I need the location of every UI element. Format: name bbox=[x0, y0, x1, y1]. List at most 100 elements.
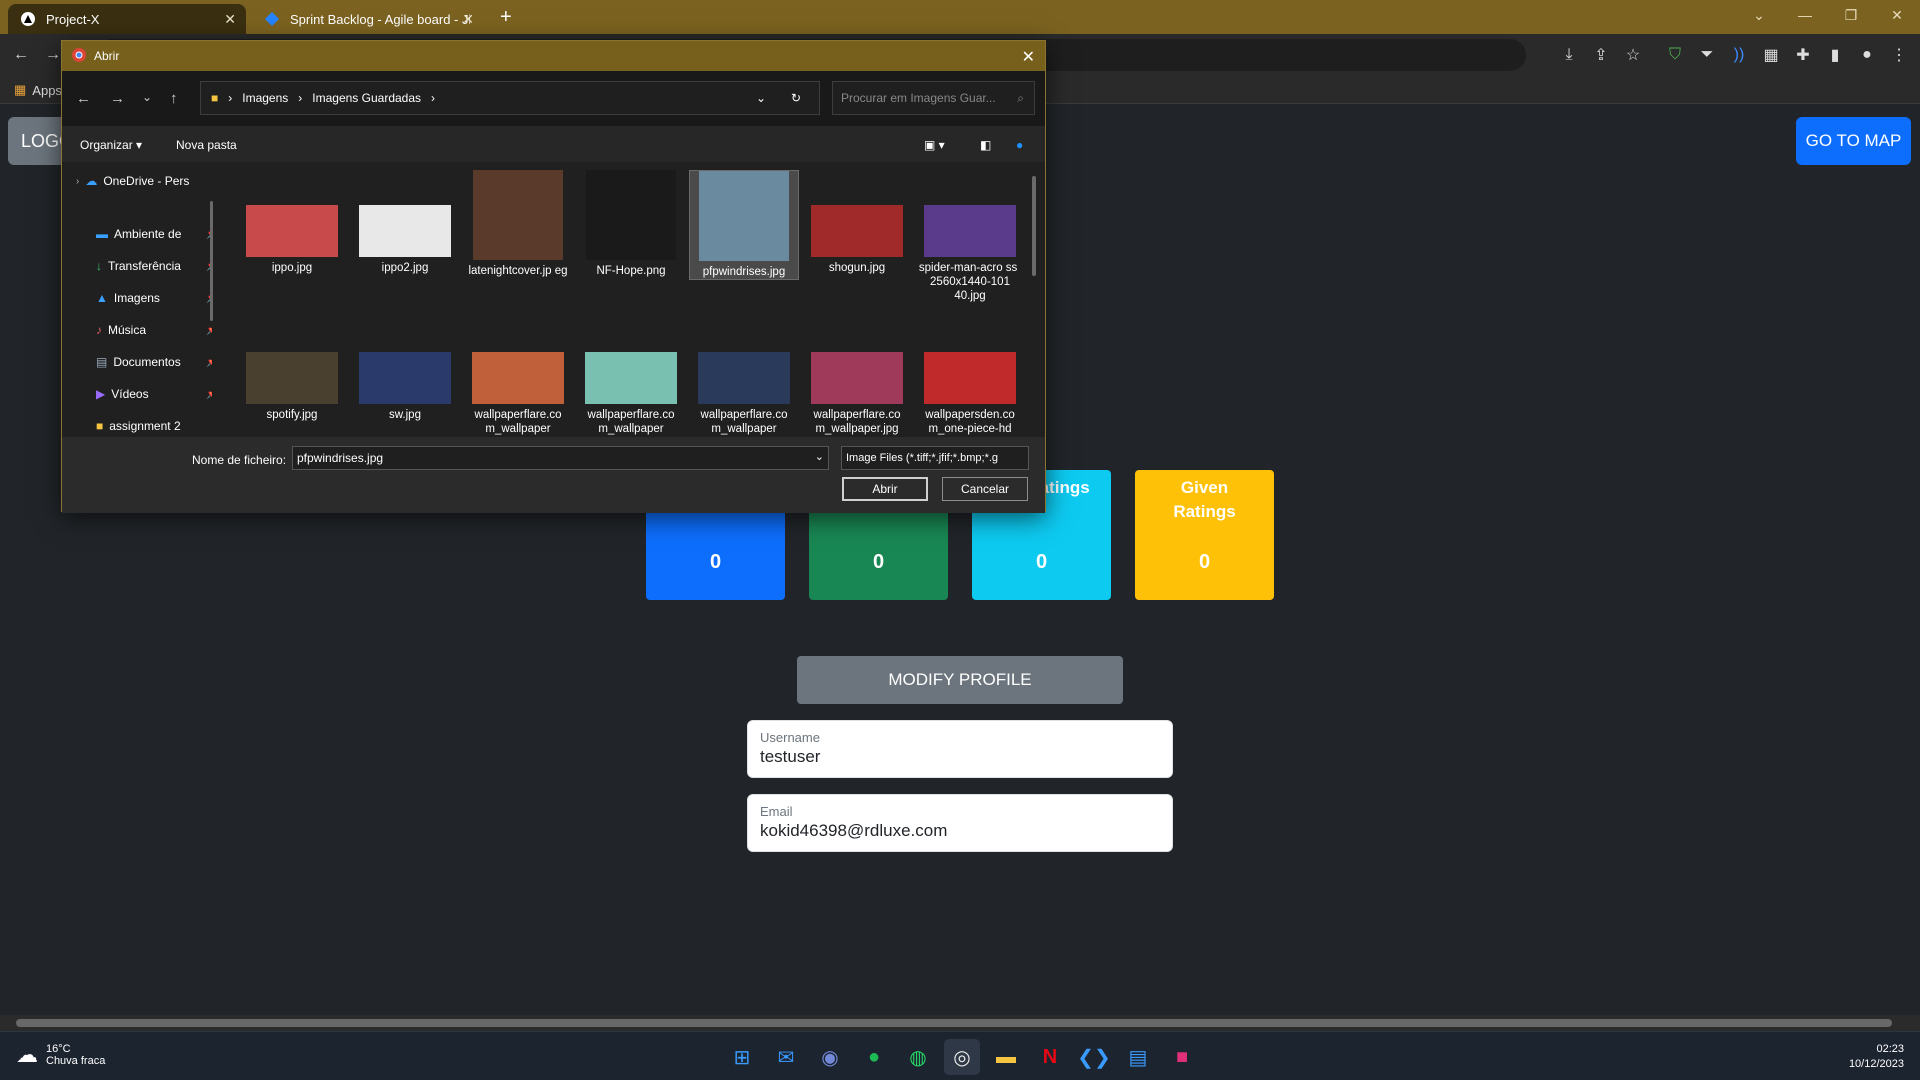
nav-item-assignment-2[interactable]: ■ assignment 2 bbox=[96, 419, 181, 433]
restore-icon[interactable]: ❐ bbox=[1828, 0, 1874, 30]
extension-icon[interactable]: ▦ bbox=[1758, 42, 1784, 68]
tab-search-icon[interactable]: ⌄ bbox=[1736, 0, 1782, 30]
new-tab-icon[interactable]: + bbox=[500, 6, 512, 29]
view-options-icon[interactable]: ▣ ▾ bbox=[924, 138, 945, 152]
side-panel-icon[interactable]: ▮ bbox=[1822, 42, 1848, 68]
file-item[interactable]: wallpaperflare.co m_wallpaper bbox=[689, 317, 799, 436]
file-item[interactable]: sw.jpg bbox=[350, 317, 460, 422]
filename-input[interactable]: pfpwindrises.jpg ⌄ bbox=[292, 446, 829, 470]
weather-widget[interactable]: ☁ 16°C Chuva fraca bbox=[16, 1042, 105, 1068]
close-icon[interactable]: ✕ bbox=[462, 11, 474, 28]
email-field[interactable]: Email kokid46398@rdluxe.com bbox=[747, 794, 1173, 852]
nav-item-pictures[interactable]: ▲ Imagens 📌 bbox=[96, 291, 212, 305]
tab-sprint-backlog[interactable]: Sprint Backlog - Agile board - Ji ✕ bbox=[252, 4, 484, 34]
file-item[interactable]: wallpaperflare.co m_wallpaper.jpg bbox=[802, 317, 912, 436]
expand-chevron-icon[interactable]: › bbox=[76, 176, 79, 187]
chevron-down-icon[interactable]: ⌄ bbox=[815, 450, 824, 463]
file-name: spotify.jpg bbox=[266, 409, 318, 421]
cancel-label: Cancelar bbox=[960, 482, 1010, 496]
scrollbar-thumb[interactable] bbox=[16, 1019, 1892, 1027]
file-item[interactable]: spotify.jpg bbox=[237, 317, 347, 422]
horizontal-scrollbar[interactable] bbox=[0, 1015, 1920, 1031]
onedrive-icon: ☁ bbox=[85, 174, 98, 188]
discord-icon[interactable]: ◉ bbox=[812, 1039, 848, 1075]
back-icon[interactable]: ← bbox=[76, 90, 91, 107]
filter-extension-icon[interactable]: ⏷ bbox=[1694, 42, 1720, 68]
system-clock[interactable]: 02:23 10/12/2023 bbox=[1849, 1042, 1904, 1072]
tab-project-x[interactable]: Project-X ✕ bbox=[8, 4, 246, 34]
forward-icon[interactable]: → bbox=[110, 90, 125, 107]
whatsapp-icon[interactable]: ◍ bbox=[900, 1039, 936, 1075]
organize-button[interactable]: Organizar ▾ bbox=[80, 138, 142, 152]
nav-item-label: Música bbox=[108, 323, 147, 337]
file-item[interactable]: wallpaperflare.co m_wallpaper bbox=[576, 317, 686, 436]
dialog-address-bar[interactable]: ■ › Imagens › Imagens Guardadas › ⌄ ↻ bbox=[200, 81, 820, 115]
install-icon[interactable]: ⤓ bbox=[1556, 42, 1582, 68]
desktop-icon: ▬ bbox=[96, 227, 108, 241]
back-icon[interactable]: ← bbox=[8, 42, 34, 68]
refresh-icon[interactable]: ↻ bbox=[791, 91, 801, 105]
stat-value: 0 bbox=[1035, 551, 1048, 573]
file-item[interactable]: wallpaperflare.co m_wallpaper bbox=[463, 317, 573, 436]
file-item[interactable]: wallpapersden.co m_one-piece-hd bbox=[915, 317, 1017, 436]
nav-pane-scrollbar[interactable] bbox=[210, 201, 213, 321]
username-field[interactable]: Username testuser bbox=[747, 720, 1173, 778]
audio-extension-icon[interactable]: )) bbox=[1726, 42, 1752, 68]
help-icon[interactable]: ● bbox=[1016, 138, 1023, 152]
file-explorer-icon[interactable]: ▬ bbox=[988, 1039, 1024, 1075]
window-close-icon[interactable]: ✕ bbox=[1874, 0, 1920, 30]
preview-pane-icon[interactable]: ◧ bbox=[980, 138, 991, 152]
nav-item-music[interactable]: ♪ Música 📌 bbox=[96, 323, 212, 337]
new-folder-button[interactable]: Nova pasta bbox=[176, 138, 237, 152]
file-item[interactable]: ippo.jpg bbox=[237, 170, 347, 275]
intellij-icon[interactable]: ■ bbox=[1164, 1039, 1200, 1075]
nav-item-videos[interactable]: ▶ Vídeos 📌 bbox=[96, 387, 212, 401]
file-item[interactable]: NF-Hope.png bbox=[576, 170, 686, 278]
mail-icon[interactable]: ✉ bbox=[768, 1039, 804, 1075]
close-icon[interactable]: ✕ bbox=[224, 11, 236, 28]
recent-locations-icon[interactable]: ⌄ bbox=[142, 90, 152, 104]
address-dropdown-icon[interactable]: ⌄ bbox=[756, 91, 766, 105]
breadcrumb-item[interactable]: Imagens bbox=[242, 91, 288, 105]
file-item[interactable]: pfpwindrises.jpg bbox=[689, 170, 799, 280]
extensions-puzzle-icon[interactable]: ✚ bbox=[1790, 42, 1816, 68]
filename-label: Nome de ficheiro: bbox=[192, 453, 287, 467]
file-thumbnail bbox=[473, 170, 563, 260]
breadcrumb-item[interactable]: Imagens Guardadas bbox=[312, 91, 421, 105]
open-button[interactable]: Abrir bbox=[842, 477, 928, 501]
dialog-close-icon[interactable]: ✕ bbox=[1022, 47, 1035, 67]
start-windows-icon[interactable]: ⊞ bbox=[724, 1039, 760, 1075]
file-list-scrollbar[interactable] bbox=[1032, 176, 1036, 276]
stat-value: 0 bbox=[872, 551, 885, 573]
spotify-icon[interactable]: ● bbox=[856, 1039, 892, 1075]
modify-profile-button[interactable]: MODIFY PROFILE bbox=[797, 656, 1123, 704]
file-item[interactable]: spider-man-acro ss-2560x1440-101 40.jpg bbox=[915, 170, 1017, 303]
nav-item-downloads[interactable]: ↓ Transferência 📌 bbox=[96, 259, 212, 273]
file-item[interactable]: ippo2.jpg bbox=[350, 170, 460, 275]
go-to-map-button[interactable]: GO TO MAP bbox=[1796, 117, 1911, 165]
vscode-icon[interactable]: ❮❯ bbox=[1076, 1039, 1112, 1075]
breadcrumb-separator: › bbox=[298, 91, 303, 105]
profile-avatar-icon[interactable]: ● bbox=[1854, 42, 1880, 68]
menu-icon[interactable]: ⋮ bbox=[1886, 42, 1912, 68]
file-type-select[interactable]: Image Files (*.tiff;*.jfif;*.bmp;*.g bbox=[841, 446, 1029, 470]
open-label: Abrir bbox=[872, 482, 898, 496]
adblock-shield-icon[interactable]: ⛉ bbox=[1662, 42, 1688, 68]
chrome-icon[interactable]: ◎ bbox=[944, 1039, 980, 1075]
share-icon[interactable]: ⇪ bbox=[1588, 42, 1614, 68]
notepad-icon[interactable]: ▤ bbox=[1120, 1039, 1156, 1075]
file-list: ippo.jpg ippo2.jpg latenightcover.jp eg NF-… bbox=[237, 162, 1017, 437]
netflix-icon[interactable]: N bbox=[1032, 1039, 1068, 1075]
minimize-icon[interactable]: — bbox=[1782, 0, 1828, 30]
file-item[interactable]: shogun.jpg bbox=[802, 170, 912, 275]
nav-item-documents[interactable]: ▤ Documentos 📌 bbox=[96, 355, 212, 369]
cancel-button[interactable]: Cancelar bbox=[942, 477, 1028, 501]
nav-item-desktop[interactable]: ▬ Ambiente de 📌 bbox=[96, 227, 212, 241]
up-icon[interactable]: ↑ bbox=[170, 90, 178, 107]
bookmark-star-icon[interactable]: ☆ bbox=[1620, 42, 1646, 68]
dialog-search-input[interactable]: Procurar em Imagens Guar... ⌕ bbox=[832, 81, 1035, 115]
nav-item-onedrive[interactable]: › ☁ OneDrive - Pers bbox=[76, 174, 189, 188]
stat-label: Given Ratings bbox=[1173, 478, 1236, 521]
file-item[interactable]: latenightcover.jp eg bbox=[463, 170, 573, 278]
apps-shortcut[interactable]: ▦ Apps bbox=[14, 82, 62, 98]
